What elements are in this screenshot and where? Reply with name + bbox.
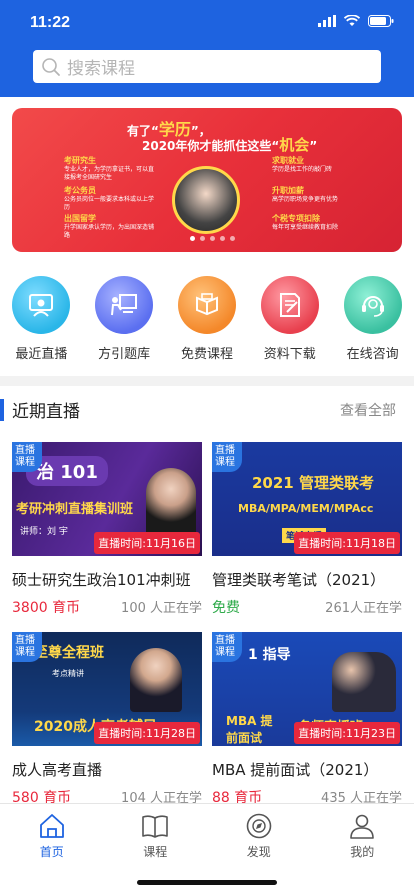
signal-icon [318, 15, 336, 27]
profile-icon [350, 814, 375, 839]
course-title: 成人高考直播 [12, 761, 103, 779]
quicknav-free-course[interactable]: 免费课程 [171, 276, 243, 366]
thumb-text: 2021 管理类联考 [252, 474, 374, 492]
wifi-icon [344, 15, 360, 26]
section-divider [0, 376, 414, 386]
banner-item: 个税专项扣除 每年可享受继续教育扣除 [272, 214, 339, 231]
course-thumbnail: 至尊全程班 考点精讲 2020成人高考辅导 直播课程 直播时间:11月28日 [12, 632, 202, 746]
search-input[interactable]: 搜索课程 [33, 50, 381, 83]
live-course-tag: 直播课程 [12, 442, 42, 472]
discover-icon [246, 813, 272, 839]
tab-courses[interactable]: 课程 [120, 812, 190, 860]
quicknav-label: 免费课程 [180, 347, 233, 362]
tab-profile[interactable]: 我的 [327, 812, 397, 860]
tab-home[interactable]: 首页 [17, 812, 87, 860]
download-icon [260, 276, 319, 334]
thumb-text: 考研冲刺直播集训班 [16, 502, 134, 517]
thumb-text: MBA 提前面试 [226, 714, 273, 745]
graduate-photo [172, 166, 240, 234]
quicknav-label: 资料下载 [263, 347, 316, 362]
banner-item: 考研究生 专业人才，为学历拿证书，可以直接报考全国研究生 [64, 156, 155, 181]
live-time-badge: 直播时间:11月28日 [94, 722, 200, 744]
home-icon [39, 814, 64, 838]
banner-item: 求职就业 学历是找工作的敲门砖 [272, 156, 333, 173]
quicknav-label: 在线咨询 [346, 347, 399, 362]
course-viewers: 100 人正在学 [121, 601, 202, 616]
section-title: 近期直播 [12, 402, 80, 422]
live-course-tag: 直播课程 [212, 442, 242, 472]
thumb-text: 考点精讲 [52, 669, 84, 678]
banner-headline-2: 2020年你才能抓住这些“机会” [142, 136, 318, 154]
course-card[interactable]: 治 101 考研冲刺直播集训班 讲师：刘 宇 直播课程 直播时间:11月16日 … [12, 442, 202, 617]
banner-item: 考公务员 公务员岗位一般要求本科或以上学历 [64, 186, 155, 211]
course-title: MBA 提前面试（2021） [212, 761, 379, 779]
course-thumbnail: 2021 管理类联考 MBA/MPA/MEM/MPAcc 笔试直播 直播课程 直… [212, 442, 402, 556]
quicknav-label: 方引题库 [98, 347, 151, 362]
course-card[interactable]: 1 指导 MBA 提前面试 名师直播班 直播课程 直播时间:11月23日 MBA… [212, 632, 402, 807]
book-icon [142, 815, 169, 838]
header: 11:22 搜索课程 [0, 0, 414, 97]
course-title: 硕士研究生政治101冲刺班 [12, 571, 191, 589]
consult-icon [343, 276, 402, 334]
thumb-text: 至尊全程班 [34, 645, 104, 661]
thumb-text: 讲师：刘 宇 [20, 527, 68, 537]
tab-label: 发现 [246, 845, 271, 859]
view-all-link[interactable]: 查看全部 [340, 400, 396, 420]
search-icon [42, 57, 60, 76]
live-icon [12, 276, 71, 334]
live-course-tag: 直播课程 [12, 632, 42, 662]
teacher-photo [332, 652, 396, 712]
home-indicator [137, 880, 277, 885]
live-course-tag: 直播课程 [212, 632, 242, 662]
status-icons [318, 15, 394, 27]
search-placeholder: 搜索课程 [67, 59, 135, 79]
course-price: 3800 育币 [12, 600, 81, 616]
teacher-photo [130, 648, 182, 712]
status-time: 11:22 [30, 14, 71, 31]
quick-nav: 最近直播 方引题库 免费课程 资料下载 在线咨询 [0, 276, 414, 366]
tab-label: 课程 [143, 845, 168, 859]
live-time-badge: 直播时间:11月16日 [94, 532, 200, 554]
live-time-badge: 直播时间:11月18日 [294, 532, 400, 554]
tab-label: 我的 [350, 845, 375, 859]
course-thumbnail: 1 指导 MBA 提前面试 名师直播班 直播课程 直播时间:11月23日 [212, 632, 402, 746]
course-viewers: 261人正在学 [325, 601, 402, 616]
battery-icon [368, 15, 394, 27]
course-price: 免费 [212, 600, 240, 616]
tab-discover[interactable]: 发现 [224, 812, 294, 860]
banner-pagination [190, 236, 235, 241]
course-thumbnail: 治 101 考研冲刺直播集训班 讲师：刘 宇 直播课程 直播时间:11月16日 [12, 442, 202, 556]
course-title: 管理类联考笔试（2021） [212, 571, 386, 589]
recent-live-section-header: 近期直播 查看全部 [0, 394, 414, 424]
thumb-text: MBA/MPA/MEM/MPAcc [238, 502, 374, 515]
free-course-icon [177, 276, 236, 334]
live-time-badge: 直播时间:11月23日 [294, 722, 400, 744]
tab-label: 首页 [39, 845, 64, 859]
quicknav-recent-live[interactable]: 最近直播 [5, 276, 77, 366]
quicknav-label: 最近直播 [15, 347, 68, 362]
quicknav-online-consult[interactable]: 在线咨询 [337, 276, 409, 366]
teacher-photo [146, 468, 196, 538]
banner-item: 出国留学 升学国家承认学历，为出国深造铺路 [64, 214, 155, 239]
quicknav-download[interactable]: 资料下载 [254, 276, 326, 366]
course-card[interactable]: 2021 管理类联考 MBA/MPA/MEM/MPAcc 笔试直播 直播课程 直… [212, 442, 402, 617]
section-accent-bar [0, 399, 4, 421]
status-bar: 11:22 [0, 0, 414, 46]
banner-item: 升职加薪 高学历职场竞争更有优势 [272, 186, 339, 203]
course-card[interactable]: 至尊全程班 考点精讲 2020成人高考辅导 直播课程 直播时间:11月28日 成… [12, 632, 202, 807]
thumb-text: 1 指导 [248, 647, 291, 663]
promo-banner[interactable]: 有了“学历”， 2020年你才能抓住这些“机会” 考研究生 专业人才，为学历拿证书… [12, 108, 402, 252]
question-bank-icon [95, 276, 154, 334]
quicknav-question-bank[interactable]: 方引题库 [88, 276, 160, 366]
